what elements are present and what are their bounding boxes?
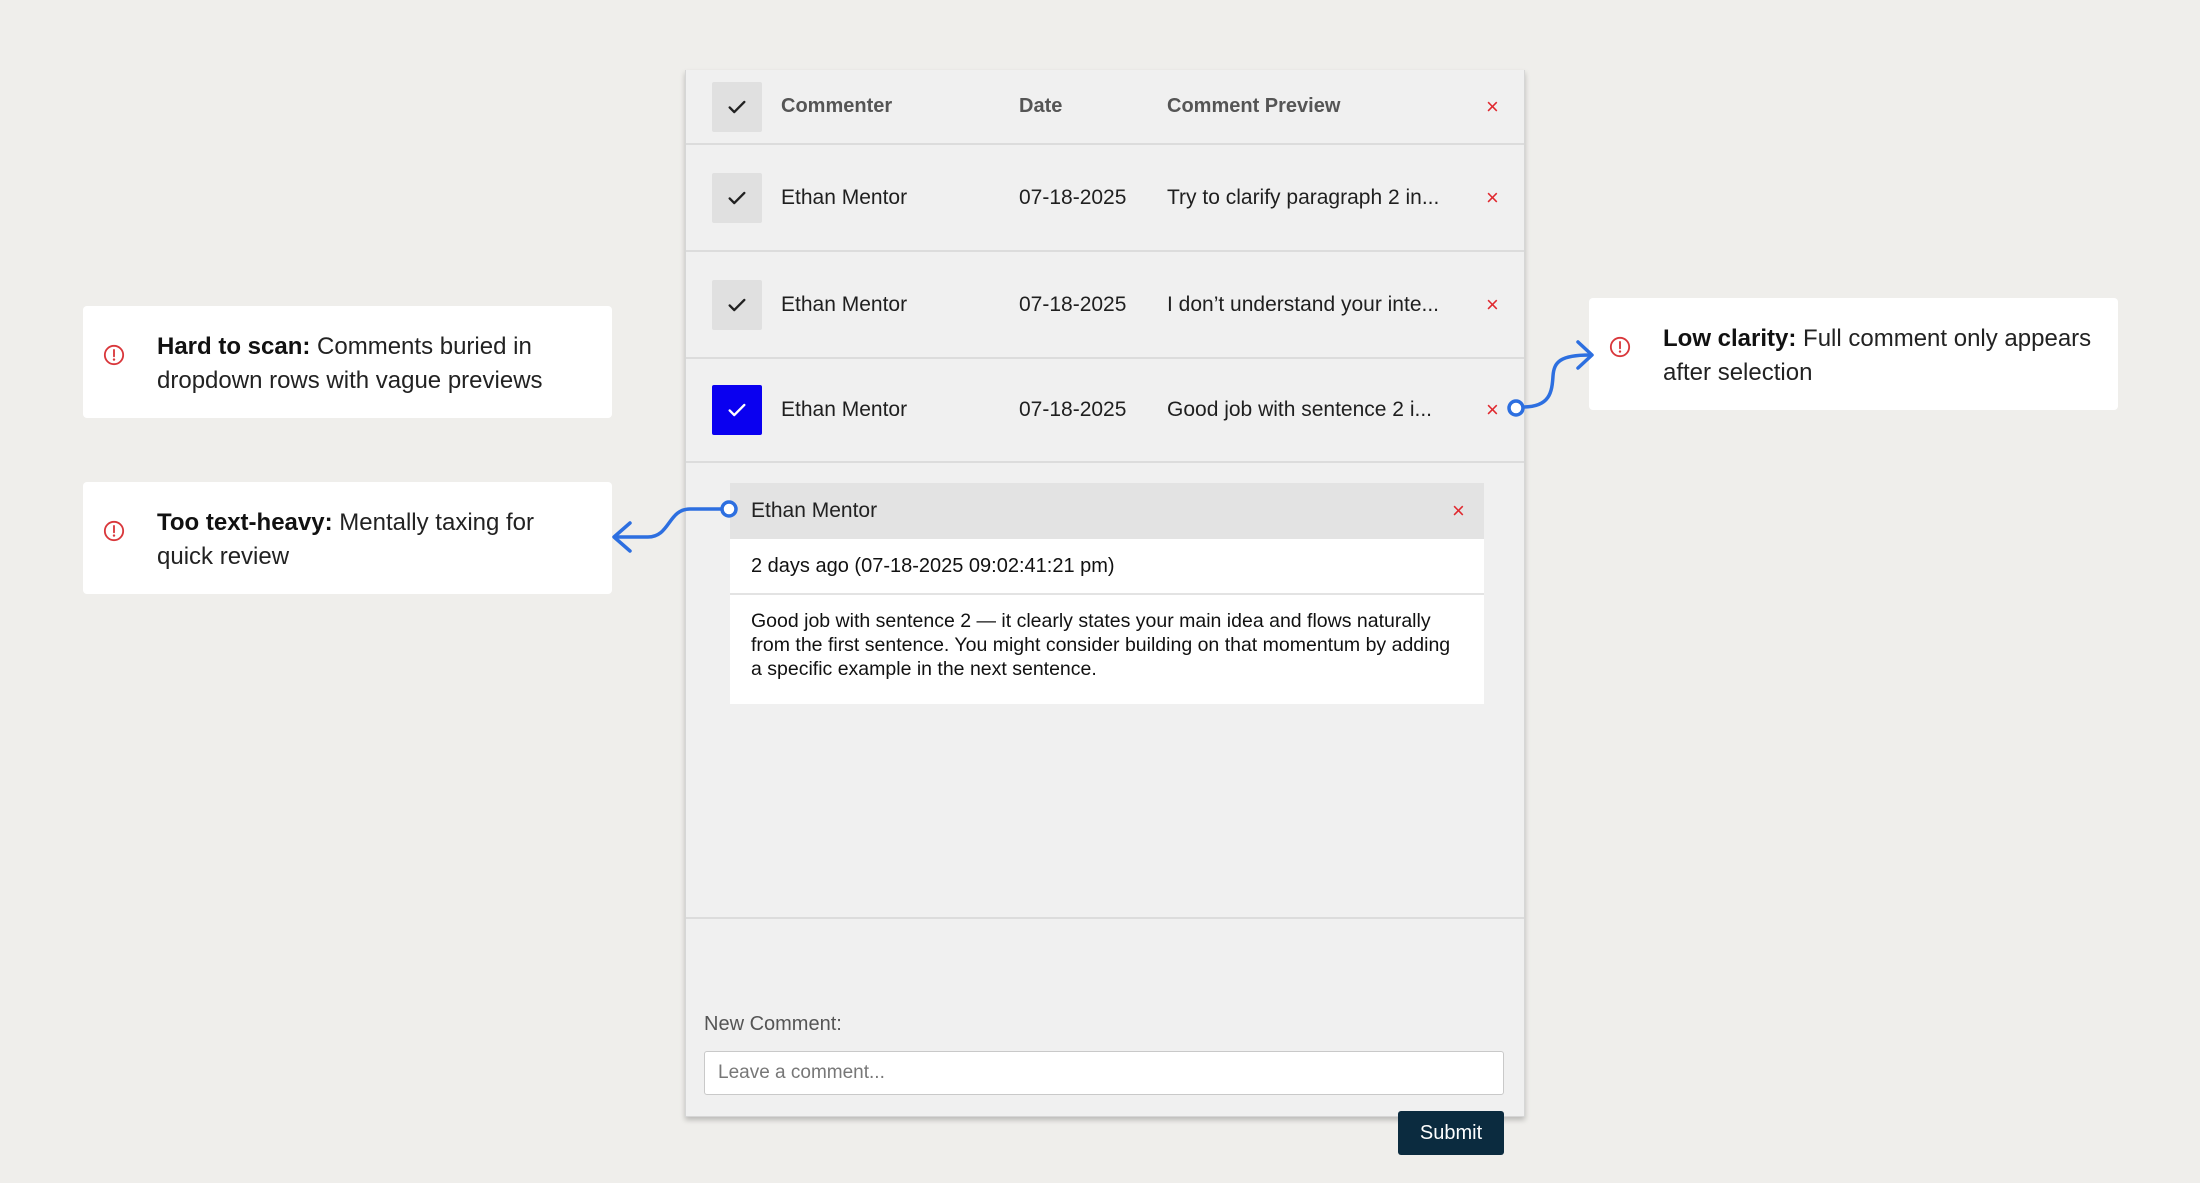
callout-title: Too text-heavy:: [157, 509, 333, 536]
table-row[interactable]: Ethan Mentor 07-18-2025 Try to clarify p…: [686, 145, 1524, 252]
alert-circle-icon: [103, 520, 125, 542]
callout-title: Hard to scan:: [157, 333, 311, 360]
close-detail-button[interactable]: ×: [1452, 500, 1465, 522]
remove-comment-button[interactable]: ×: [1486, 293, 1499, 316]
table-header: Commenter Date Comment Preview ×: [686, 70, 1524, 145]
remove-comment-button[interactable]: ×: [1486, 186, 1499, 209]
remove-all-button[interactable]: ×: [1486, 95, 1499, 118]
detail-comment-body: Good job with sentence 2 — it clearly st…: [730, 595, 1484, 704]
row-date: 07-18-2025: [1019, 292, 1127, 316]
header-date: Date: [1019, 95, 1063, 117]
select-all-checkbox[interactable]: [712, 81, 762, 132]
check-icon: [728, 403, 746, 417]
remove-comment-button[interactable]: ×: [1486, 399, 1499, 421]
detail-commenter: Ethan Mentor: [751, 499, 878, 522]
row-commenter: Ethan Mentor: [781, 292, 908, 316]
row-preview: Try to clarify paragraph 2 in...: [1167, 185, 1440, 209]
check-icon: [728, 100, 746, 113]
detail-timestamp: 2 days ago (07-18-2025 09:02:41:21 pm): [730, 539, 1484, 595]
callout-text: Low clarity: Full comment only appears a…: [1663, 322, 2098, 390]
comments-panel: Commenter Date Comment Preview × Ethan M…: [685, 70, 1525, 1155]
row-date: 07-18-2025: [1019, 398, 1127, 421]
comment-detail-card: Ethan Mentor × 2 days ago (07-18-2025 09…: [730, 483, 1484, 704]
check-icon: [728, 191, 746, 204]
row-checkbox-checked[interactable]: [712, 385, 762, 435]
divider: [686, 917, 1524, 919]
alert-circle-icon: [1609, 336, 1631, 358]
table-row-selected[interactable]: Ethan Mentor 07-18-2025 Good job with se…: [686, 359, 1524, 463]
row-preview: I don’t understand your inte...: [1167, 292, 1440, 316]
row-preview: Good job with sentence 2 i...: [1167, 398, 1432, 421]
row-commenter: Ethan Mentor: [781, 398, 908, 421]
alert-circle-icon: [103, 344, 125, 366]
callout-text: Hard to scan: Comments buried in dropdow…: [157, 330, 592, 398]
new-comment-input[interactable]: [704, 1051, 1504, 1095]
row-commenter: Ethan Mentor: [781, 185, 908, 209]
header-commenter: Commenter: [781, 95, 893, 117]
callout-hard-to-scan: Hard to scan: Comments buried in dropdow…: [83, 306, 612, 418]
callout-too-text-heavy: Too text-heavy: Mentally taxing for quic…: [83, 482, 612, 594]
detail-header: Ethan Mentor ×: [730, 483, 1484, 539]
new-comment-label: New Comment:: [704, 1013, 842, 1035]
check-icon: [728, 298, 746, 311]
callout-text: Too text-heavy: Mentally taxing for quic…: [157, 506, 592, 574]
row-checkbox[interactable]: [712, 279, 762, 330]
callout-title: Low clarity:: [1663, 325, 1797, 352]
row-date: 07-18-2025: [1019, 185, 1127, 209]
header-preview: Comment Preview: [1167, 95, 1341, 117]
row-checkbox[interactable]: [712, 172, 762, 223]
submit-button[interactable]: Submit: [1398, 1111, 1504, 1155]
table-row[interactable]: Ethan Mentor 07-18-2025 I don’t understa…: [686, 252, 1524, 359]
callout-low-clarity: Low clarity: Full comment only appears a…: [1589, 298, 2118, 410]
